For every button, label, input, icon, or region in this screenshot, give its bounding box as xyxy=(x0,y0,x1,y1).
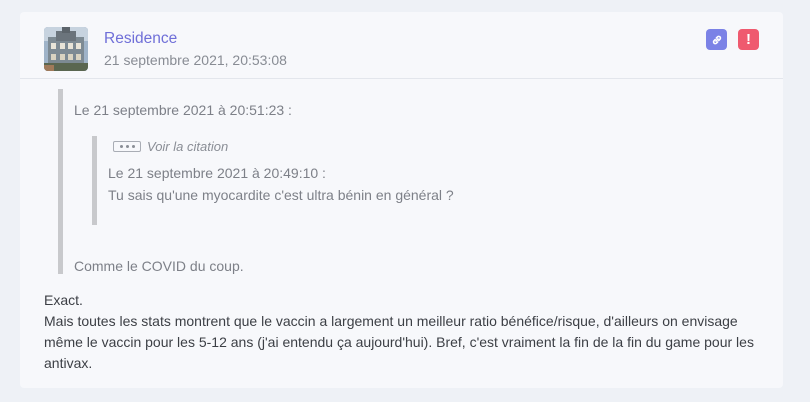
post-date: 21 septembre 2021, 20:53:08 xyxy=(104,52,287,68)
permalink-button[interactable] xyxy=(706,29,727,50)
exclamation-icon: ! xyxy=(746,31,751,48)
post-header: Residence 21 septembre 2021, 20:53:08 ! xyxy=(20,12,783,79)
show-quote-label: Voir la citation xyxy=(147,139,229,154)
nested-quote-text: Tu sais qu'une myocardite c'est ultra bé… xyxy=(108,187,454,203)
post-card: Residence 21 septembre 2021, 20:53:08 ! … xyxy=(20,12,783,388)
quote-block: Le 21 septembre 2021 à 20:51:23 : Voir l… xyxy=(58,89,763,274)
link-icon xyxy=(712,35,721,44)
ellipsis-icon xyxy=(113,141,141,152)
post-body-paragraph: Mais toutes les stats montrent que le va… xyxy=(44,313,754,371)
report-button[interactable]: ! xyxy=(738,29,759,50)
avatar-image xyxy=(44,27,88,71)
quote-header: Le 21 septembre 2021 à 20:51:23 : xyxy=(74,102,292,118)
nested-quote-header: Le 21 septembre 2021 à 20:49:10 : xyxy=(108,165,326,181)
show-quote-toggle[interactable]: Voir la citation xyxy=(113,139,228,154)
quote-text: Comme le COVID du coup. xyxy=(74,258,244,274)
post-body-line: Exact. xyxy=(44,292,83,308)
nested-quote-block: Voir la citation Le 21 septembre 2021 à … xyxy=(92,136,747,225)
post-body: Exact. Mais toutes les stats montrent qu… xyxy=(44,290,764,374)
author-name[interactable]: Residence xyxy=(104,30,177,48)
avatar[interactable] xyxy=(44,27,88,71)
